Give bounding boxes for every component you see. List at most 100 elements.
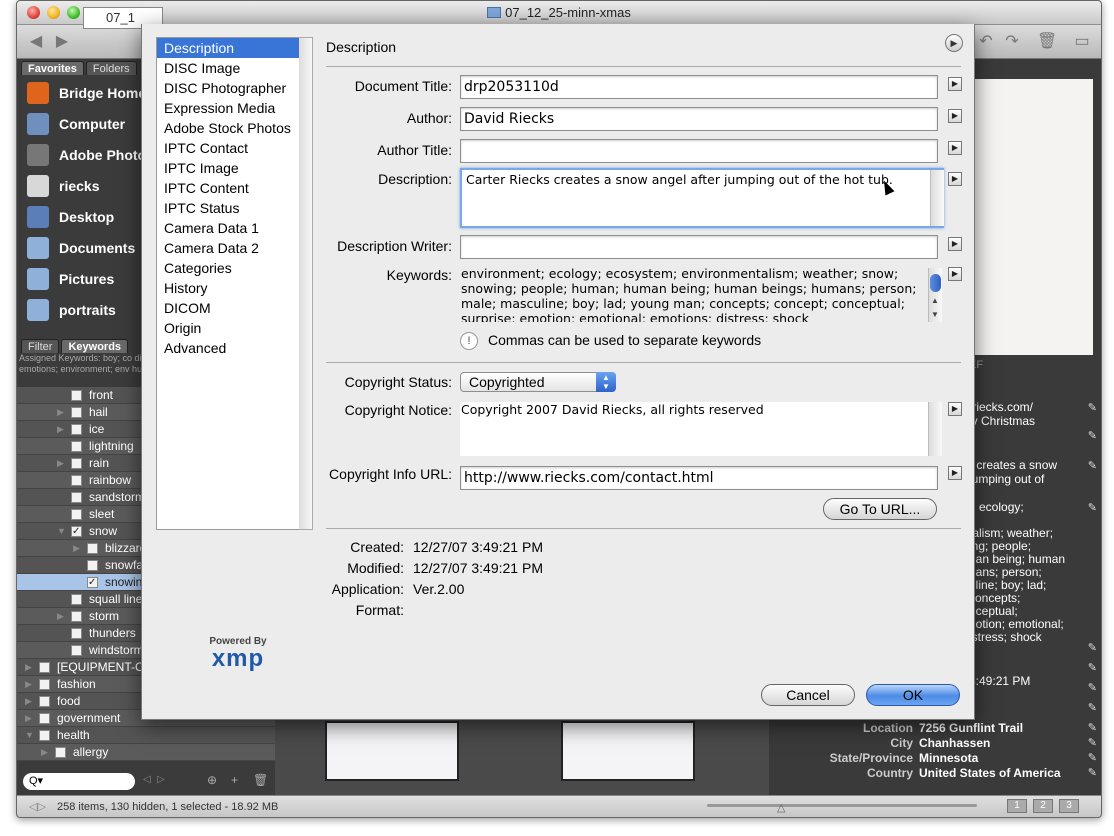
author-title-menu-button[interactable]: ▶: [948, 141, 962, 155]
compact-mode-icon[interactable]: ▭: [1073, 33, 1091, 51]
forward-icon[interactable]: ▶: [53, 33, 71, 51]
document-title-menu-button[interactable]: ▶: [948, 77, 962, 91]
scroll-up-icon[interactable]: ▲: [931, 296, 939, 305]
keyword-checkbox[interactable]: [39, 713, 50, 724]
edit-pencil-icon[interactable]: ✎: [1088, 751, 1097, 766]
keyword-checkbox[interactable]: [71, 611, 82, 622]
minimize-window-button[interactable]: [47, 6, 60, 19]
next-arrow-icon[interactable]: ▷: [157, 774, 165, 785]
close-window-button[interactable]: [27, 6, 40, 19]
edit-pencil-icon[interactable]: ✎: [1088, 721, 1097, 736]
keyword-checkbox[interactable]: [87, 543, 98, 554]
keyword-search-input[interactable]: Q▾: [23, 773, 135, 790]
slider-thumb-icon[interactable]: △: [777, 797, 785, 817]
copyright-status-select[interactable]: Copyrighted ▲ ▼: [460, 372, 616, 392]
description-scrollbar[interactable]: [930, 170, 944, 226]
category-item[interactable]: DICOM: [157, 298, 311, 318]
disclosure-collapsed-icon[interactable]: ▶: [57, 455, 64, 471]
disclosure-collapsed-icon[interactable]: ▶: [25, 693, 32, 709]
edit-pencil-icon[interactable]: ✎: [1088, 459, 1097, 472]
tab-filter[interactable]: Filter: [21, 339, 60, 353]
disclosure-collapsed-icon[interactable]: ▶: [57, 404, 64, 420]
view-button-2[interactable]: 2: [1033, 799, 1053, 813]
disclosure-collapsed-icon[interactable]: ▶: [25, 659, 32, 675]
tab-favorites[interactable]: Favorites: [21, 61, 84, 75]
edit-pencil-icon[interactable]: ✎: [1088, 429, 1097, 442]
keyword-checkbox[interactable]: [71, 407, 82, 418]
thumbnail[interactable]: [325, 721, 459, 781]
keyword-checkbox[interactable]: [39, 696, 50, 707]
category-item[interactable]: Description: [157, 38, 311, 58]
disclosure-collapsed-icon[interactable]: ▶: [57, 608, 64, 624]
edit-pencil-icon[interactable]: ✎: [1088, 641, 1097, 654]
edit-pencil-icon[interactable]: ✎: [1088, 401, 1097, 414]
author-menu-button[interactable]: ▶: [948, 109, 962, 123]
keywords-field[interactable]: environment; ecology; ecosystem; environ…: [460, 266, 930, 322]
copyright-notice-menu-button[interactable]: ▶: [948, 402, 962, 416]
document-title-field[interactable]: drp2053110d: [460, 75, 938, 99]
edit-pencil-icon[interactable]: ✎: [1088, 701, 1097, 714]
keyword-row[interactable]: ▶ allergy: [17, 744, 275, 761]
copyright-url-menu-button[interactable]: ▶: [948, 466, 962, 480]
rotate-right-icon[interactable]: ↷: [1003, 33, 1021, 51]
cancel-button[interactable]: Cancel: [761, 684, 855, 706]
keyword-checkbox[interactable]: [71, 424, 82, 435]
category-item[interactable]: Origin: [157, 318, 311, 338]
keywords-scrollbar[interactable]: ▲ ▼: [928, 268, 942, 322]
keyword-checkbox[interactable]: [71, 458, 82, 469]
thumbnail[interactable]: [561, 721, 695, 781]
view-button-3[interactable]: 3: [1059, 799, 1079, 813]
author-field[interactable]: David Riecks: [460, 107, 938, 131]
description-menu-button[interactable]: ▶: [948, 172, 962, 186]
back-icon[interactable]: ◀: [27, 33, 45, 51]
ok-button[interactable]: OK: [866, 684, 960, 706]
keyword-checkbox[interactable]: [39, 730, 50, 741]
panel-toggle-icon[interactable]: ◁▷: [29, 796, 46, 817]
author-title-field[interactable]: [460, 139, 938, 163]
keyword-checkbox[interactable]: [87, 560, 98, 571]
thumbnail-size-slider[interactable]: [707, 804, 977, 807]
copyright-notice-field[interactable]: Copyright 2007 David Riecks, all rights …: [460, 402, 928, 456]
disclosure-collapsed-icon[interactable]: ▶: [25, 710, 32, 726]
copyright-url-field[interactable]: http://www.riecks.com/contact.html: [460, 466, 938, 490]
location-value[interactable]: Chanhassen: [919, 736, 990, 751]
copyright-notice-scrollbar[interactable]: [928, 402, 942, 456]
tab-folders[interactable]: Folders: [85, 61, 137, 75]
edit-pencil-icon[interactable]: ✎: [1088, 766, 1097, 781]
keywords-menu-button[interactable]: ▶: [948, 267, 962, 281]
disclosure-collapsed-icon[interactable]: ▶: [41, 744, 48, 760]
edit-pencil-icon[interactable]: ✎: [1088, 736, 1097, 751]
view-button-1[interactable]: 1: [1007, 799, 1027, 813]
disclosure-collapsed-icon[interactable]: ▶: [25, 676, 32, 692]
zoom-window-button[interactable]: [67, 6, 80, 19]
keyword-checkbox[interactable]: [71, 492, 82, 503]
edit-pencil-icon[interactable]: ✎: [1088, 501, 1097, 514]
keywords-scroll-thumb[interactable]: [930, 274, 941, 292]
disclosure-expanded-icon[interactable]: ▼: [57, 523, 66, 539]
location-value[interactable]: United States of America: [919, 766, 1061, 781]
go-to-url-button[interactable]: Go To URL...: [823, 498, 937, 520]
delete-keyword-icon[interactable]: 🗑: [253, 773, 268, 787]
keyword-checkbox[interactable]: [71, 441, 82, 452]
description-writer-menu-button[interactable]: ▶: [948, 237, 962, 251]
category-item[interactable]: DISC Image: [157, 58, 311, 78]
trash-icon[interactable]: 🗑: [1037, 33, 1057, 51]
panel-menu-button[interactable]: ▶: [945, 34, 963, 52]
category-item[interactable]: Camera Data 1: [157, 218, 311, 238]
new-keyword-icon[interactable]: +: [231, 773, 238, 787]
new-subkeyword-icon[interactable]: ⊕: [207, 773, 217, 787]
keyword-checkbox[interactable]: [71, 390, 82, 401]
keyword-checkbox[interactable]: [71, 628, 82, 639]
description-writer-field[interactable]: [460, 235, 938, 259]
keyword-checkbox[interactable]: [71, 509, 82, 520]
keyword-checkbox[interactable]: [71, 594, 82, 605]
edit-pencil-icon[interactable]: ✎: [1088, 661, 1097, 674]
keyword-row[interactable]: ▼ health: [17, 727, 275, 744]
category-item[interactable]: Advanced: [157, 338, 311, 358]
keyword-checkbox[interactable]: ✓: [87, 577, 98, 588]
keyword-checkbox[interactable]: [39, 662, 50, 673]
disclosure-expanded-icon[interactable]: ▼: [25, 727, 34, 743]
scroll-down-icon[interactable]: ▼: [931, 310, 939, 319]
keyword-checkbox[interactable]: [71, 475, 82, 486]
keyword-checkbox[interactable]: ✓: [71, 526, 82, 537]
